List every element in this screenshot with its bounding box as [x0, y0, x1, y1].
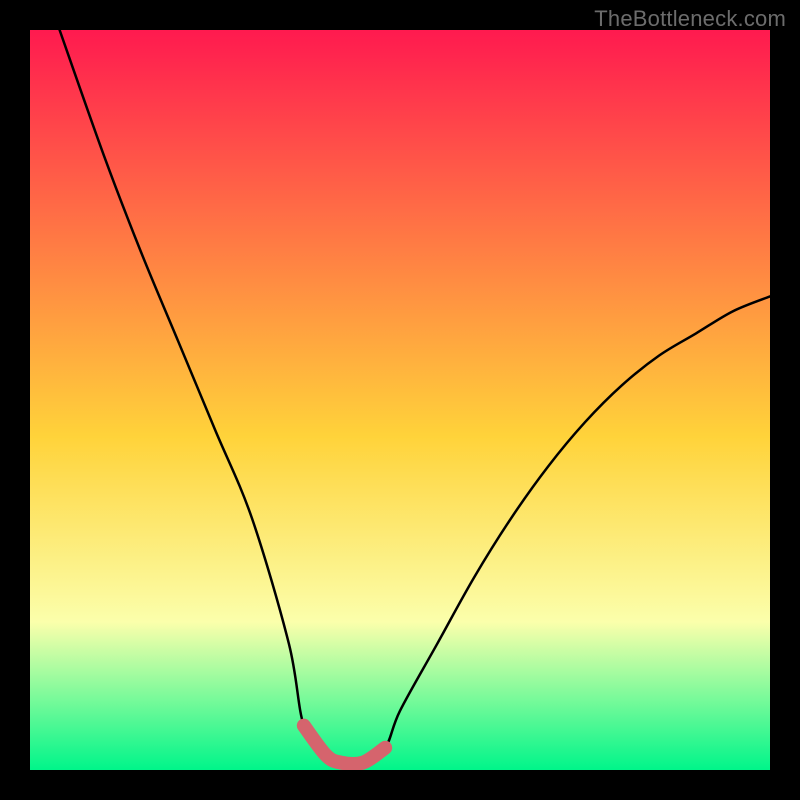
- gradient-background: [30, 30, 770, 770]
- chart-frame: TheBottleneck.com: [0, 0, 800, 800]
- chart-plot-area: [30, 30, 770, 770]
- watermark-text: TheBottleneck.com: [594, 6, 786, 32]
- bottleneck-chart: [30, 30, 770, 770]
